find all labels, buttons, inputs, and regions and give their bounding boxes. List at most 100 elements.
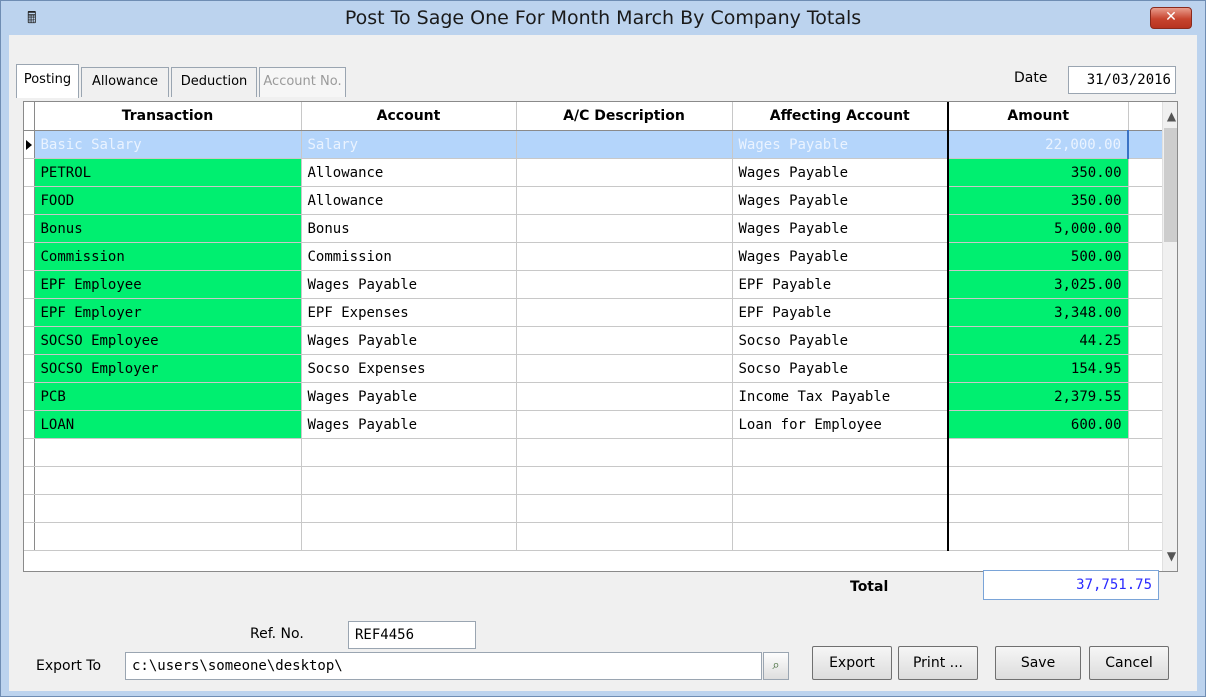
cell-amount[interactable]: 3,025.00 [948,270,1129,299]
cell-empty[interactable] [948,438,1129,467]
cell-empty[interactable] [301,466,517,495]
cell-empty[interactable] [34,466,302,495]
table-row[interactable]: SOCSO Employee Wages Payable Socso Payable… [24,326,1163,355]
cell-amount[interactable]: 2,379.55 [948,382,1129,411]
export-path-field[interactable]: c:\users\someone\desktop\ [125,652,762,680]
cell-description[interactable] [516,158,733,187]
row-selector[interactable] [24,158,35,187]
cell-description[interactable] [516,242,733,271]
row-selector[interactable] [24,494,35,523]
chevron-down-icon[interactable]: ▼ [1163,548,1177,565]
table-row[interactable]: PCB Wages Payable Income Tax Payable 2,379.… [24,382,1163,411]
cell-amount[interactable]: 500.00 [948,242,1129,271]
cell-account[interactable]: Wages Payable [301,270,517,299]
cell-account[interactable]: Socso Expenses [301,354,517,383]
cell-empty[interactable] [516,494,733,523]
tab-allowance[interactable]: Allowance [81,67,169,97]
cell-empty[interactable] [948,466,1129,495]
cell-empty[interactable] [34,522,302,551]
cell-amount[interactable]: 22,000.00 [948,130,1129,159]
cell-account[interactable]: Wages Payable [301,410,517,439]
ref-no-field[interactable]: REF4456 [348,621,476,649]
cell-account[interactable]: Allowance [301,158,517,187]
row-selector[interactable] [24,326,35,355]
cell-amount[interactable]: 5,000.00 [948,214,1129,243]
cell-account[interactable]: Salary [301,130,517,159]
cell-account[interactable]: Wages Payable [301,382,517,411]
cell-amount[interactable]: 44.25 [948,326,1129,355]
cell-affecting-account[interactable]: Wages Payable [732,186,949,215]
cell-transaction[interactable]: SOCSO Employee [34,326,302,355]
cell-description[interactable] [516,270,733,299]
cell-description[interactable] [516,326,733,355]
cell-account[interactable]: Allowance [301,186,517,215]
cell-transaction[interactable]: LOAN [34,410,302,439]
cell-empty[interactable] [516,522,733,551]
cell-description[interactable] [516,186,733,215]
date-field[interactable]: 31/03/2016 [1068,66,1176,94]
cell-empty[interactable] [732,466,949,495]
cell-affecting-account[interactable]: EPF Payable [732,270,949,299]
table-row-empty[interactable] [24,438,1163,467]
tab-posting[interactable]: Posting [16,64,79,98]
cell-empty[interactable] [301,494,517,523]
row-selector[interactable] [24,438,35,467]
row-selector[interactable] [24,270,35,299]
cell-description[interactable] [516,410,733,439]
cell-empty[interactable] [516,466,733,495]
row-selector[interactable] [24,130,35,159]
table-row[interactable]: FOOD Allowance Wages Payable 350.00 [24,186,1163,215]
tab-account-no[interactable]: Account No. [259,67,346,97]
cell-account[interactable]: Bonus [301,214,517,243]
cell-transaction[interactable]: Bonus [34,214,302,243]
tab-deduction[interactable]: Deduction [171,67,257,97]
cell-transaction[interactable]: Basic Salary [34,130,302,159]
vertical-scrollbar[interactable]: ▲ ▼ [1162,102,1177,571]
cell-description[interactable] [516,130,733,159]
row-selector[interactable] [24,466,35,495]
cell-amount[interactable]: 350.00 [948,158,1129,187]
cell-empty[interactable] [948,522,1129,551]
cell-description[interactable] [516,382,733,411]
cell-affecting-account[interactable]: EPF Payable [732,298,949,327]
cell-account[interactable]: EPF Expenses [301,298,517,327]
cell-transaction[interactable]: Commission [34,242,302,271]
cell-empty[interactable] [301,438,517,467]
cell-empty[interactable] [948,494,1129,523]
cancel-button[interactable]: Cancel [1089,646,1169,680]
cell-transaction[interactable]: SOCSO Employer [34,354,302,383]
cell-transaction[interactable]: PETROL [34,158,302,187]
table-row-empty[interactable] [24,522,1163,551]
cell-description[interactable] [516,354,733,383]
cell-empty[interactable] [516,438,733,467]
cell-description[interactable] [516,298,733,327]
row-selector[interactable] [24,186,35,215]
cell-amount[interactable]: 600.00 [948,410,1129,439]
scroll-thumb[interactable] [1164,128,1177,242]
row-selector[interactable] [24,410,35,439]
table-row[interactable]: Commission Commission Wages Payable 500.00 [24,242,1163,271]
cell-empty[interactable] [34,494,302,523]
row-selector[interactable] [24,354,35,383]
table-row[interactable]: EPF Employer EPF Expenses EPF Payable 3,348… [24,298,1163,327]
cell-transaction[interactable]: EPF Employee [34,270,302,299]
row-selector[interactable] [24,242,35,271]
column-header-affecting-account[interactable]: Affecting Account [732,102,949,131]
cell-amount[interactable]: 154.95 [948,354,1129,383]
cell-affecting-account[interactable]: Wages Payable [732,242,949,271]
table-row[interactable]: PETROL Allowance Wages Payable 350.00 [24,158,1163,187]
row-selector[interactable] [24,298,35,327]
export-button[interactable]: Export [812,646,892,680]
table-row[interactable]: SOCSO Employer Socso Expenses Socso Payabl… [24,354,1163,383]
table-row-empty[interactable] [24,466,1163,495]
column-header-ac-description[interactable]: A/C Description [516,102,733,131]
cell-amount[interactable]: 3,348.00 [948,298,1129,327]
row-selector[interactable] [24,522,35,551]
table-row-empty[interactable] [24,494,1163,523]
table-row[interactable]: EPF Employee Wages Payable EPF Payable 3,02… [24,270,1163,299]
table-row[interactable]: Bonus Bonus Wages Payable 5,000.00 [24,214,1163,243]
save-button[interactable]: Save [995,646,1081,680]
column-header-transaction[interactable]: Transaction [34,102,302,131]
posting-grid[interactable]: Transaction Account A/C Description Affe… [23,101,1178,572]
cell-affecting-account[interactable]: Socso Payable [732,354,949,383]
